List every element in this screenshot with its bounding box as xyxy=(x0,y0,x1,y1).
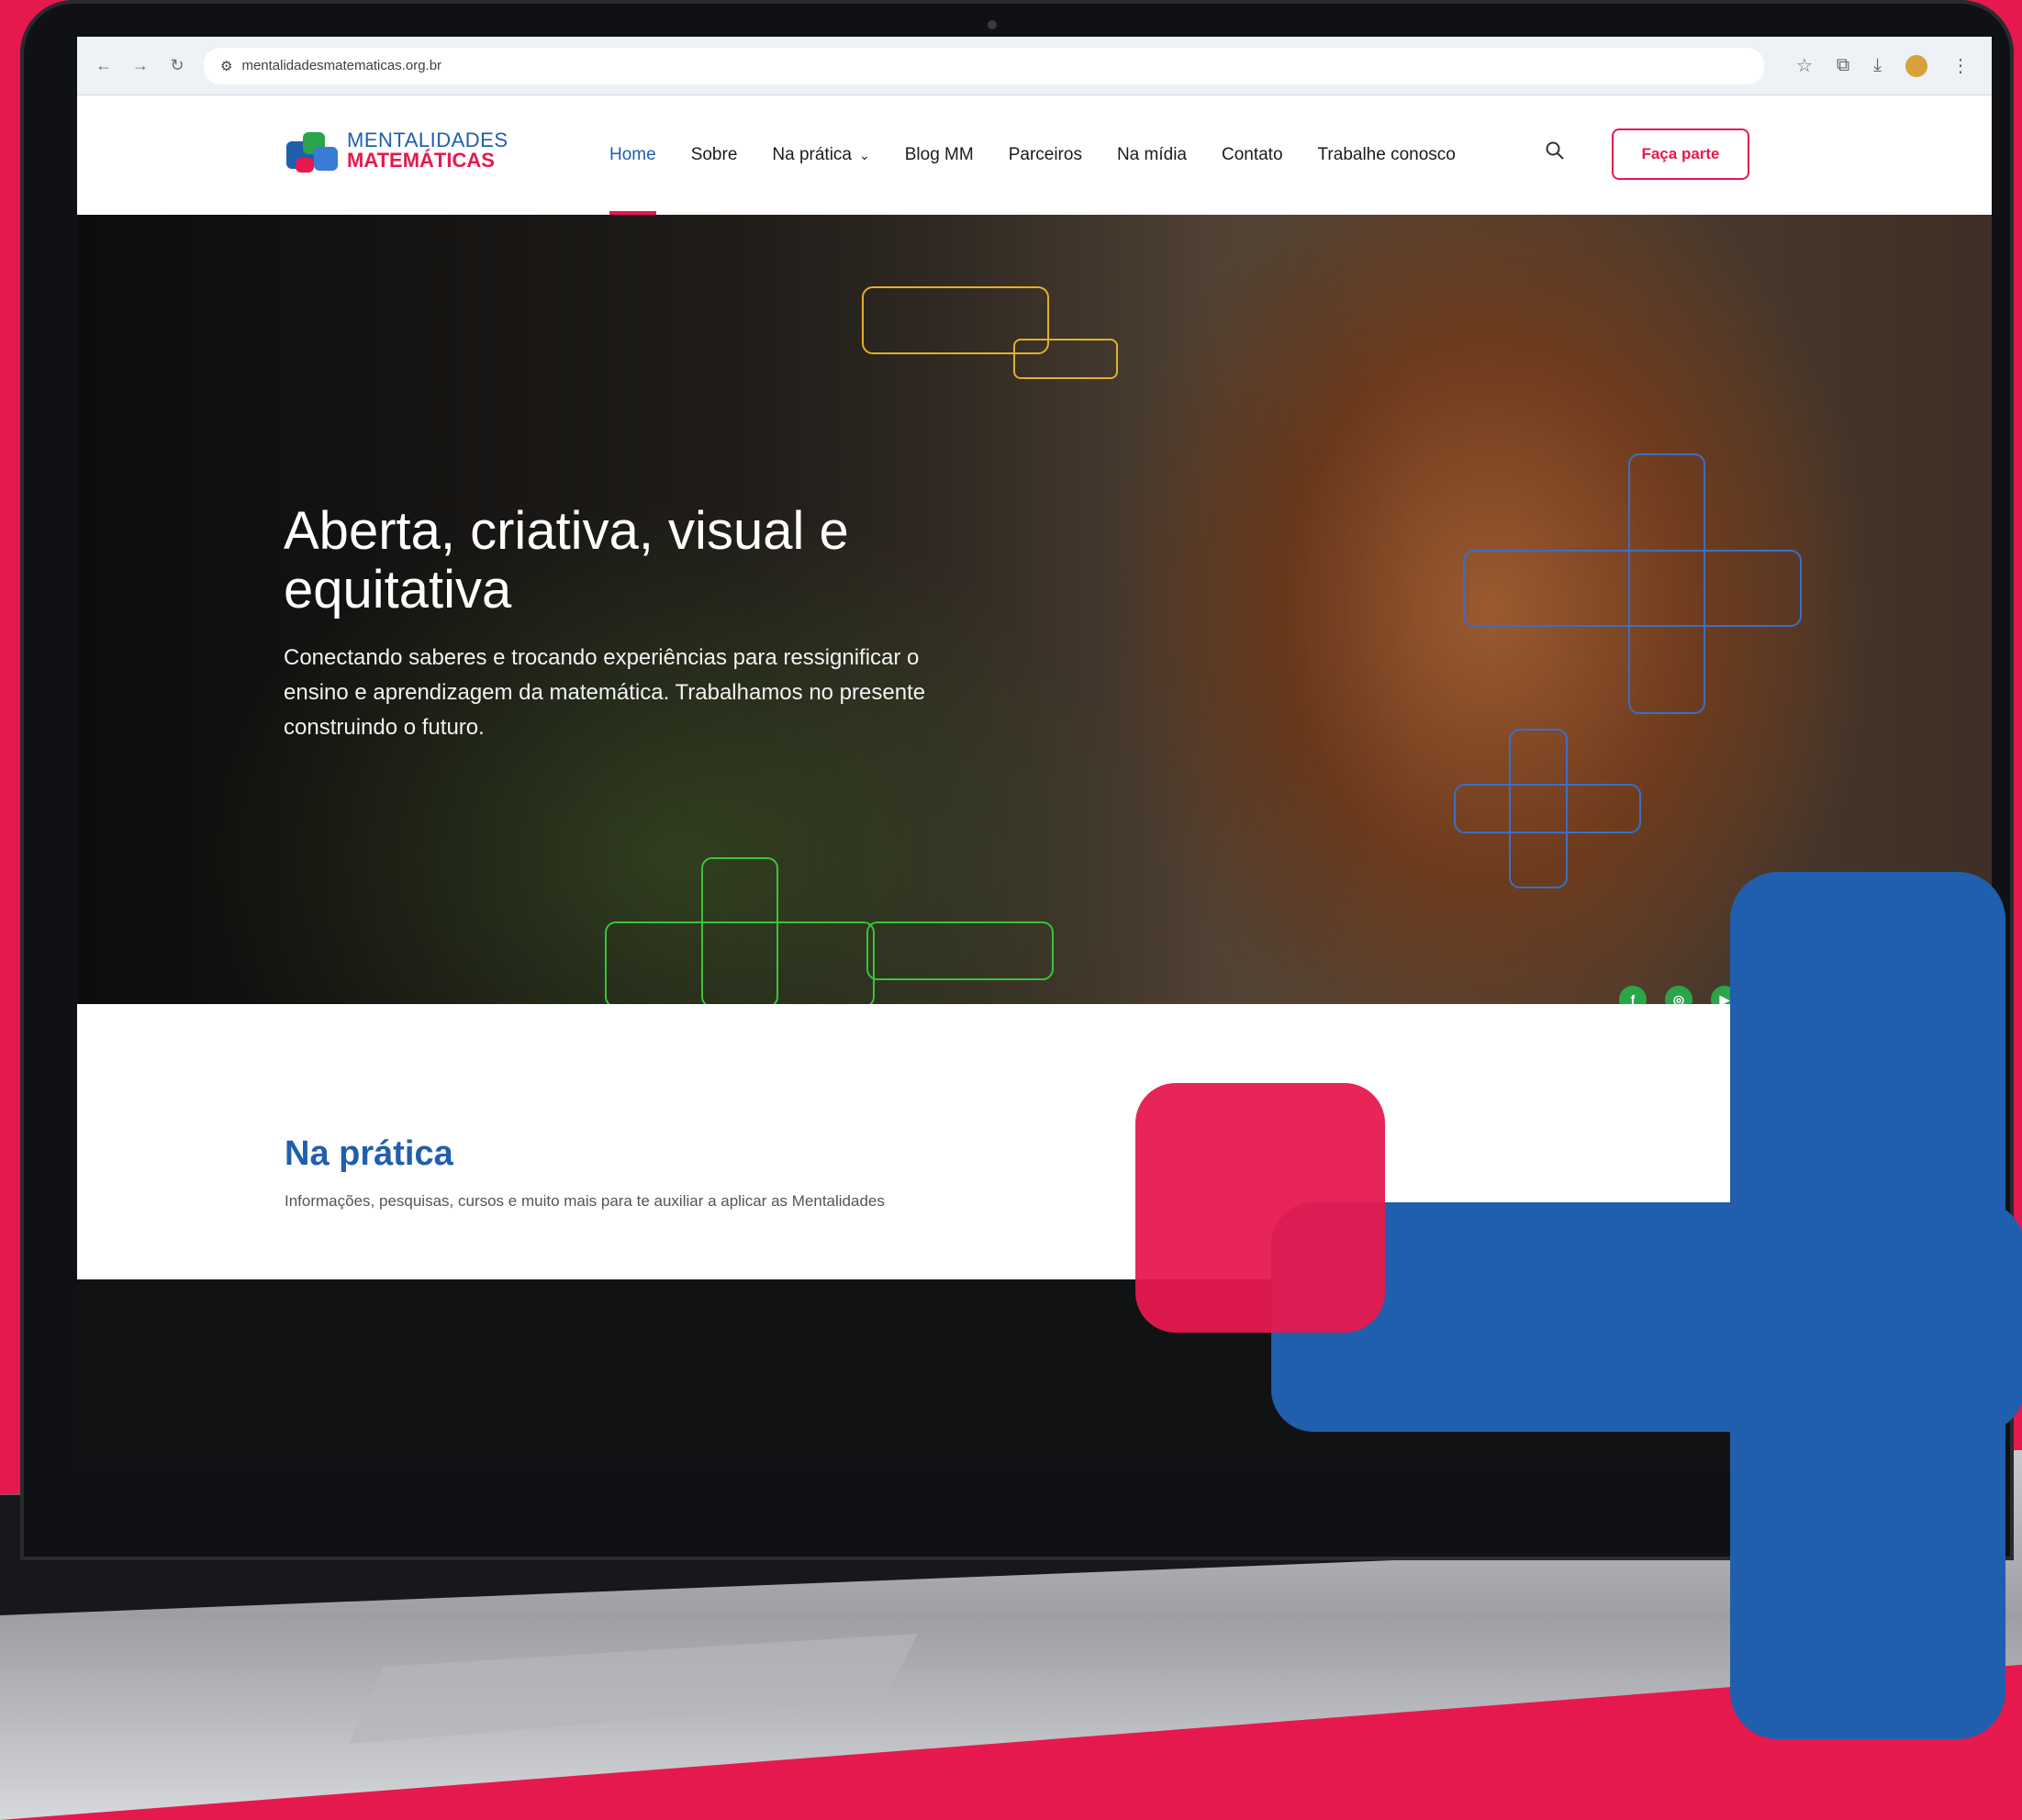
section-subtitle: Informações, pesquisas, cursos e muito m… xyxy=(285,1192,885,1210)
nav-parceiros[interactable]: Parceiros xyxy=(1009,95,1082,215)
faca-parte-button[interactable]: Faça parte xyxy=(1612,128,1749,180)
extensions-icon[interactable]: ⧉ xyxy=(1837,55,1849,76)
decor-blue-cross-v xyxy=(1628,453,1705,714)
chevron-down-icon: ⌄ xyxy=(859,147,870,162)
logo-line-1: MENTALIDADES xyxy=(347,128,508,151)
nav-na-midia[interactable]: Na mídia xyxy=(1117,95,1187,215)
logo-mark-icon xyxy=(286,125,338,176)
site-header: MENTALIDADES MATEMÁTICAS Home Sobre Na p… xyxy=(77,95,1992,215)
browser-actions: ☆ ⧉ ⤓ ⋮ xyxy=(1796,54,1992,77)
main-nav: Home Sobre Na prática ⌄ Blog MM Parceiro… xyxy=(609,95,1456,215)
browser-menu-icon[interactable]: ⋮ xyxy=(1951,54,1970,77)
back-icon[interactable]: ← xyxy=(94,56,114,75)
decor-green-shape-3 xyxy=(866,921,1054,980)
hero-banner: Aberta, criativa, visual e equitativa Co… xyxy=(77,215,1992,1004)
url-text: mentalidadesmatematicas.org.br xyxy=(241,58,442,73)
browser-toolbar: ← → ↻ ⚙ mentalidadesmatematicas.org.br ☆… xyxy=(77,37,1992,95)
nav-contato[interactable]: Contato xyxy=(1222,95,1283,215)
site-logo[interactable]: MENTALIDADES MATEMÁTICAS xyxy=(286,125,508,176)
decor-blue-plus-v xyxy=(1509,729,1568,888)
camera-icon xyxy=(988,20,997,29)
brand-shape-blue-tall xyxy=(1730,872,2005,1739)
reload-icon[interactable]: ↻ xyxy=(167,56,187,75)
hero-subtitle: Conectando saberes e trocando experiênci… xyxy=(284,645,926,740)
logo-line-2: MATEMÁTICAS xyxy=(347,149,495,172)
hero-title: Aberta, criativa, visual e equitativa xyxy=(284,500,849,620)
address-bar[interactable]: ⚙ mentalidadesmatematicas.org.br xyxy=(204,47,1764,84)
bookmark-star-icon[interactable]: ☆ xyxy=(1796,54,1813,77)
nav-blog[interactable]: Blog MM xyxy=(905,95,974,215)
search-icon[interactable] xyxy=(1546,141,1564,160)
brand-shape-red xyxy=(1135,1083,1385,1333)
section-title: Na prática xyxy=(285,1133,453,1173)
nav-sobre[interactable]: Sobre xyxy=(691,95,738,215)
logo-wordmark: MENTALIDADES MATEMÁTICAS xyxy=(347,130,508,171)
site-info-icon[interactable]: ⚙ xyxy=(220,58,232,74)
profile-avatar[interactable] xyxy=(1905,54,1927,77)
decor-yellow-shape-2 xyxy=(1013,339,1118,379)
download-icon[interactable]: ⤓ xyxy=(1873,55,1882,76)
nav-home[interactable]: Home xyxy=(609,95,656,215)
nav-na-pratica[interactable]: Na prática ⌄ xyxy=(772,95,869,215)
nav-na-pratica-label: Na prática xyxy=(772,145,852,164)
nav-trabalhe-conosco[interactable]: Trabalhe conosco xyxy=(1318,95,1456,215)
decor-green-shape-2 xyxy=(701,857,778,1004)
forward-icon[interactable]: → xyxy=(130,56,151,75)
